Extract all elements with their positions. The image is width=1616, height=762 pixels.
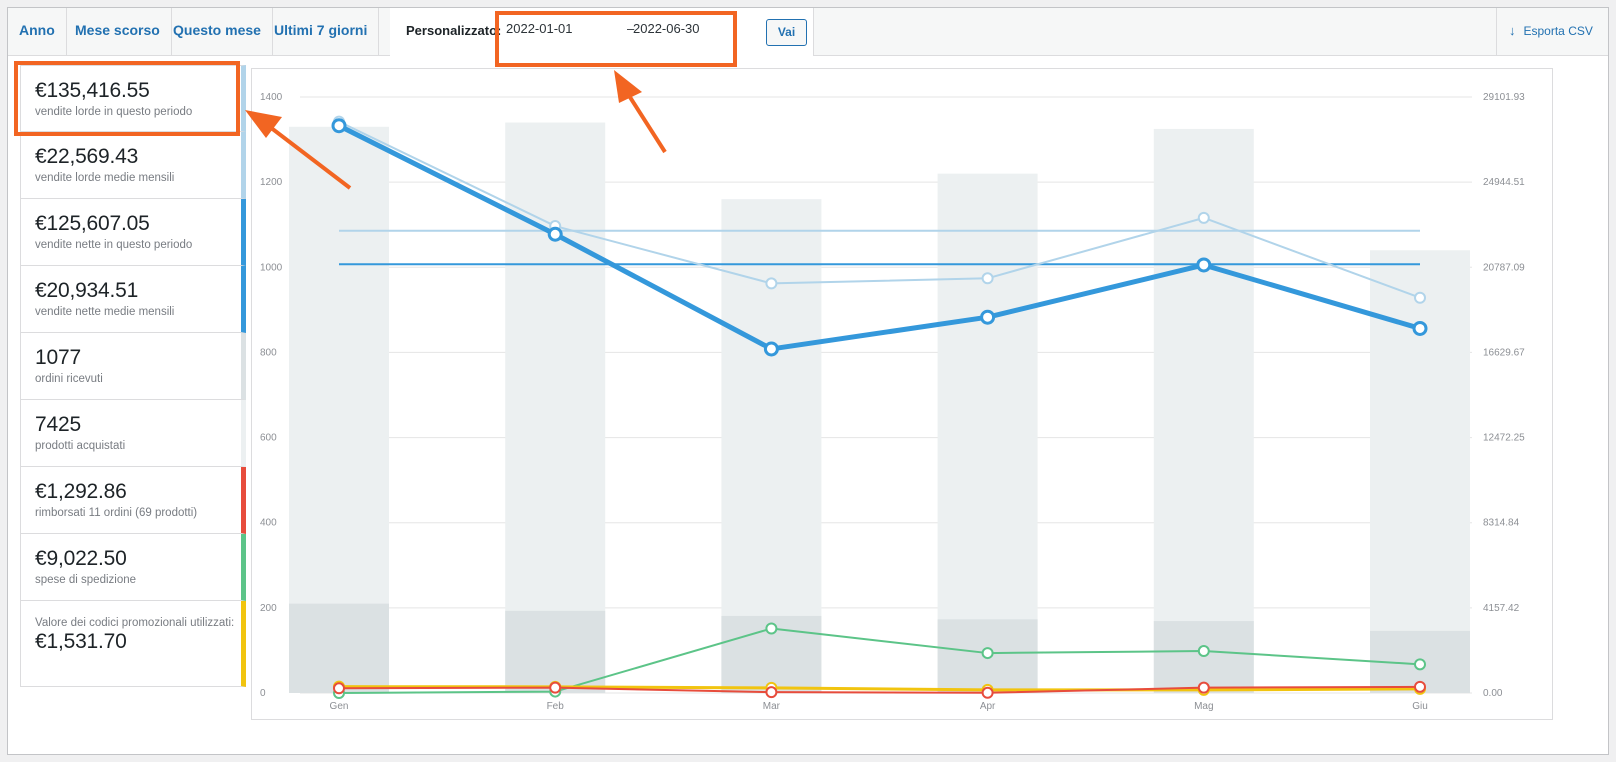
sales-chart-svg: 0 200 400 600 800 1000 1200 1400 0.00 4157.42 8314… [260,92,1525,712]
y-right-tick-label: 29101.93 [1483,92,1525,103]
go-button[interactable]: Vai [766,19,807,46]
legend-coupons[interactable]: Valore dei codici promozionali utilizzat… [20,601,246,687]
data-point [1197,681,1210,694]
legend-description: vendite lorde in questo periodo [35,106,193,118]
export-csv-link[interactable]: ↓ Esporta CSV [1496,8,1608,55]
data-point [1414,658,1426,671]
y-right-tick-label: 16629.67 [1483,347,1525,358]
y-right-tick-label: 4157.42 [1483,603,1520,614]
y-left-tick-label: 600 [260,433,277,444]
data-point [980,309,996,325]
legend-amount: €1,292.86 [35,480,127,503]
data-point [1197,211,1210,224]
chart-legend: €135,416.55 vendite lorde in questo peri… [20,65,246,687]
x-tick-label: Mar [763,701,781,712]
tab-last-month[interactable]: Mese scorso [64,8,172,55]
custom-range-label: Personalizzato: [406,23,502,38]
legend-amount: €135,416.55 [35,79,150,102]
data-point [1414,291,1426,304]
legend-gross-sales[interactable]: €135,416.55 vendite lorde in questo peri… [20,65,246,132]
legend-shipping[interactable]: €9,022.50 spese di spedizione [20,534,246,601]
bar [289,603,389,693]
data-point [1197,645,1210,658]
legend-amount: 1077 [35,346,81,369]
legend-amount: €20,934.51 [35,279,139,302]
y-left-tick-label: 1400 [260,92,283,103]
legend-description: spese di spedizione [35,574,137,586]
data-point [1196,257,1212,273]
legend-description: rimborsati 11 ordini (69 prodotti) [35,507,198,519]
date-range-bar: Anno Mese scorso Questo mese Ultimi 7 gi… [8,8,1608,56]
data-point [981,686,994,699]
x-tick-label: Apr [980,701,996,712]
legend-refunds[interactable]: €1,292.86 rimborsati 11 ordini (69 prodo… [20,467,246,534]
export-csv-label: Esporta CSV [1523,24,1593,38]
legend-orders-placed[interactable]: 1077 ordini ricevuti [20,333,246,400]
data-point [1414,680,1426,693]
x-tick-label: Feb [547,701,565,712]
data-point [765,622,778,635]
data-point [981,272,994,285]
data-point [981,647,994,660]
x-tick-label: Mag [1194,701,1213,712]
y-left-tick-label: 1200 [260,177,283,188]
custom-range: Personalizzato: – Vai [390,8,814,56]
legend-average-gross-sales[interactable]: €22,569.43 vendite lorde medie mensili [20,132,246,199]
legend-net-sales[interactable]: €125,607.05 vendite nette in questo peri… [20,199,246,266]
legend-description: Valore dei codici promozionali utilizzat… [35,617,235,629]
tab-year[interactable]: Anno [8,8,67,55]
legend-description: vendite nette in questo periodo [35,239,193,251]
data-point [765,277,778,290]
bar [937,173,1038,694]
y-left-tick-label: 400 [260,518,277,529]
y-right-tick-label: 0.00 [1483,688,1503,699]
y-right-tick-label: 8314.84 [1483,518,1520,529]
start-date-input[interactable] [506,21,596,36]
legend-description: vendite lorde medie mensili [35,172,175,184]
legend-amount: €9,022.50 [35,547,127,570]
data-point [763,341,779,357]
legend-items-purchased[interactable]: 7425 prodotti acquistati [20,400,246,467]
tab-last-7-days[interactable]: Ultimi 7 giorni [263,8,380,55]
legend-description: prodotti acquistati [35,440,126,452]
legend-amount: €1,531.70 [35,630,127,653]
legend-amount: 7425 [35,413,81,436]
end-date-input[interactable] [633,21,723,36]
legend-amount: €125,607.05 [35,212,150,235]
data-point [333,682,345,695]
series-line [338,627,1421,694]
download-arrow-icon: ↓ [1509,23,1516,38]
y-left-tick-label: 800 [260,347,277,358]
y-left-tick-label: 1000 [260,262,283,273]
legend-description: ordini ricevuti [35,373,103,385]
data-point [547,226,563,242]
legend-description: vendite nette medie mensili [35,306,175,318]
y-right-tick-label: 20787.09 [1483,262,1525,273]
y-left-tick-label: 200 [260,603,277,614]
sales-chart: 0 200 400 600 800 1000 1200 1400 0.00 4157.42 8314… [251,68,1553,720]
report-panel: Anno Mese scorso Questo mese Ultimi 7 gi… [7,7,1609,755]
data-point [1412,320,1428,336]
data-point [549,681,562,694]
legend-amount: €22,569.43 [35,145,139,168]
y-right-tick-label: 12472.25 [1483,433,1525,444]
data-point [765,686,778,699]
data-point [331,118,347,134]
x-tick-label: Giu [1412,701,1428,712]
tab-this-month[interactable]: Questo mese [162,8,273,55]
y-right-tick-label: 24944.51 [1483,177,1525,188]
x-tick-label: Gen [330,701,349,712]
legend-average-net-sales[interactable]: €20,934.51 vendite nette medie mensili [20,266,246,333]
y-left-tick-label: 0 [260,688,266,699]
